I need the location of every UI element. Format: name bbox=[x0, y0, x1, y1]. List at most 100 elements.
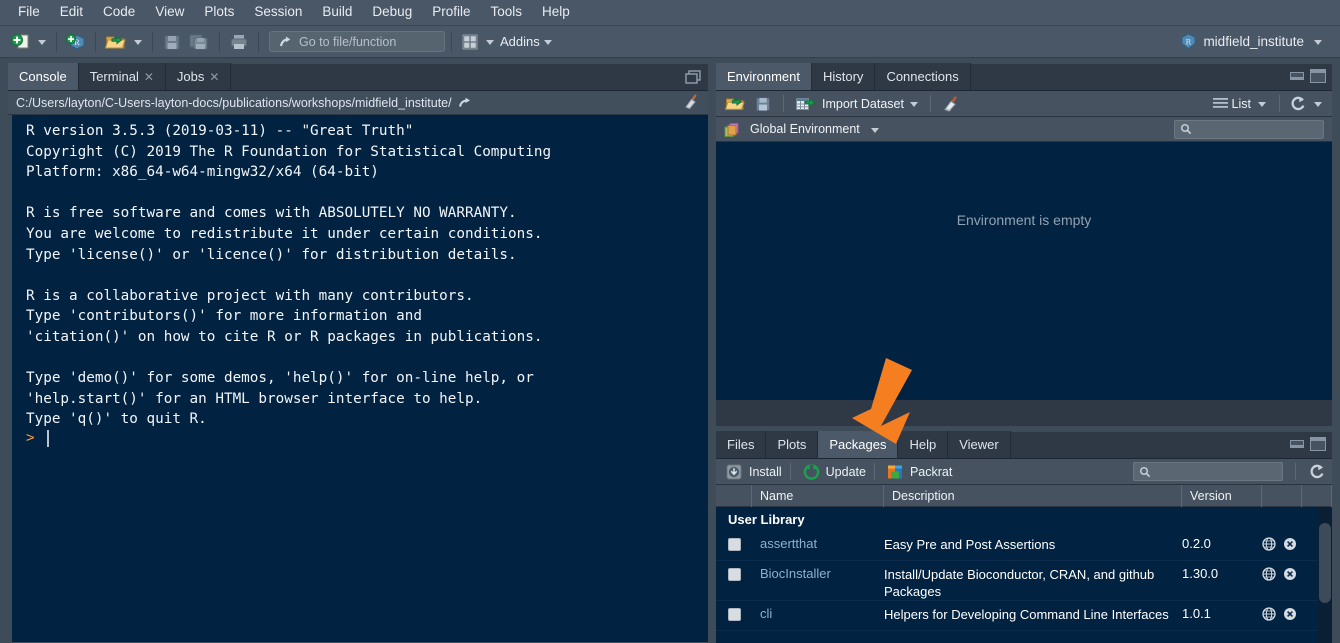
update-packages-label[interactable]: Update bbox=[826, 465, 866, 479]
refresh-icon[interactable] bbox=[1289, 95, 1307, 112]
list-view-icon[interactable] bbox=[1212, 96, 1229, 111]
tab-console-label: Console bbox=[19, 69, 67, 84]
tab-help[interactable]: Help bbox=[898, 431, 949, 458]
menu-item-edit[interactable]: Edit bbox=[50, 2, 93, 23]
open-in-explorer-icon[interactable] bbox=[458, 96, 472, 109]
menu-item-file[interactable]: File bbox=[8, 2, 50, 23]
pkg-toolbar-right bbox=[1133, 462, 1326, 481]
packrat-label[interactable]: Packrat bbox=[910, 465, 952, 479]
load-workspace-button[interactable] bbox=[722, 92, 749, 116]
refresh-caret[interactable] bbox=[1314, 102, 1322, 107]
console-output-area[interactable]: R version 3.5.3 (2019-03-11) -- "Great T… bbox=[8, 115, 708, 642]
menu-item-debug[interactable]: Debug bbox=[362, 2, 422, 23]
tab-files[interactable]: Files bbox=[716, 431, 767, 458]
update-packages-button[interactable] bbox=[799, 460, 824, 484]
new-project-button[interactable]: R bbox=[63, 30, 89, 54]
maximize-pane-icon[interactable] bbox=[1310, 69, 1326, 83]
packages-scrollbar-thumb[interactable] bbox=[1319, 523, 1331, 603]
goto-file-function-input[interactable]: Go to file/function bbox=[269, 31, 445, 52]
pane-layout-caret[interactable] bbox=[486, 40, 494, 45]
package-checkbox[interactable] bbox=[727, 538, 741, 551]
package-checkbox-cell[interactable] bbox=[716, 531, 752, 551]
column-header-version[interactable]: Version bbox=[1182, 484, 1262, 507]
menu-item-build[interactable]: Build bbox=[312, 2, 362, 23]
restore-pane-icon[interactable] bbox=[684, 69, 702, 85]
env-toolbar-divider-3 bbox=[1279, 95, 1280, 112]
table-row[interactable]: cli Helpers for Developing Command Line … bbox=[716, 601, 1332, 631]
console-prompt-line[interactable]: > bbox=[26, 429, 708, 447]
save-workspace-button[interactable] bbox=[751, 92, 775, 116]
open-file-button[interactable] bbox=[102, 30, 130, 54]
table-row[interactable]: assertthat Easy Pre and Post Assertions … bbox=[716, 531, 1332, 561]
packages-toolbar: Install Update Packrat bbox=[716, 459, 1332, 485]
packages-table[interactable]: User Library assertthat Easy Pre and Pos… bbox=[716, 507, 1332, 643]
global-environment-caret[interactable] bbox=[870, 127, 879, 133]
list-view-label[interactable]: List bbox=[1232, 97, 1251, 111]
close-icon[interactable]: ✕ bbox=[144, 71, 154, 83]
addins-caret[interactable] bbox=[543, 40, 552, 45]
new-file-dropdown-caret[interactable] bbox=[38, 40, 46, 45]
globe-icon[interactable] bbox=[1262, 607, 1276, 621]
save-all-button[interactable] bbox=[185, 30, 213, 54]
remove-package-icon[interactable] bbox=[1283, 607, 1297, 621]
minimize-pane-icon[interactable] bbox=[1290, 440, 1304, 448]
packages-search-input[interactable] bbox=[1133, 462, 1283, 481]
tab-environment[interactable]: Environment bbox=[716, 63, 812, 90]
package-checkbox[interactable] bbox=[727, 568, 741, 581]
package-checkbox-cell[interactable] bbox=[716, 601, 752, 621]
console-working-directory[interactable]: C:/Users/layton/C-Users-layton-docs/publ… bbox=[8, 91, 708, 115]
import-dataset-caret[interactable] bbox=[909, 102, 918, 107]
tab-plots[interactable]: Plots bbox=[766, 431, 819, 458]
globe-icon[interactable] bbox=[1262, 567, 1276, 581]
minimize-pane-icon[interactable] bbox=[1290, 72, 1304, 80]
open-file-dropdown-caret[interactable] bbox=[134, 40, 142, 45]
install-package-button[interactable] bbox=[722, 460, 747, 484]
tab-terminal[interactable]: Terminal ✕ bbox=[78, 63, 166, 90]
close-icon[interactable]: ✕ bbox=[209, 71, 219, 83]
menu-item-plots[interactable]: Plots bbox=[194, 2, 244, 23]
tab-jobs[interactable]: Jobs ✕ bbox=[165, 63, 232, 90]
menu-item-help[interactable]: Help bbox=[532, 2, 580, 23]
packrat-button[interactable] bbox=[883, 460, 908, 484]
menu-item-code[interactable]: Code bbox=[93, 2, 145, 23]
environment-tab-strip: Environment History Connections bbox=[716, 63, 1332, 91]
import-dataset-button[interactable] bbox=[792, 92, 820, 116]
table-row[interactable]: BiocInstaller Install/Update Bioconducto… bbox=[716, 561, 1332, 601]
environment-search-input[interactable] bbox=[1174, 119, 1324, 139]
package-checkbox[interactable] bbox=[727, 608, 741, 621]
print-button[interactable] bbox=[226, 30, 252, 54]
project-caret[interactable] bbox=[1314, 40, 1322, 45]
menu-item-tools[interactable]: Tools bbox=[480, 2, 532, 23]
clear-console-icon[interactable] bbox=[683, 93, 700, 110]
project-selector[interactable]: R midfield_institute bbox=[1180, 33, 1332, 50]
package-name-link[interactable]: assertthat bbox=[752, 531, 884, 551]
column-header-description[interactable]: Description bbox=[884, 484, 1182, 507]
tab-console[interactable]: Console bbox=[8, 63, 79, 90]
maximize-pane-icon[interactable] bbox=[1310, 437, 1326, 451]
save-button[interactable] bbox=[159, 30, 185, 54]
new-file-button[interactable] bbox=[8, 30, 34, 54]
tab-packages[interactable]: Packages bbox=[818, 431, 899, 458]
package-name-link[interactable]: cli bbox=[752, 601, 884, 621]
refresh-icon[interactable] bbox=[1308, 463, 1326, 480]
remove-package-icon[interactable] bbox=[1283, 567, 1297, 581]
tab-history[interactable]: History bbox=[811, 63, 876, 90]
tab-connections[interactable]: Connections bbox=[875, 63, 971, 90]
tab-viewer[interactable]: Viewer bbox=[948, 431, 1011, 458]
menu-item-session[interactable]: Session bbox=[244, 2, 312, 23]
import-dataset-label[interactable]: Import Dataset bbox=[822, 97, 904, 111]
package-checkbox-cell[interactable] bbox=[716, 561, 752, 581]
pane-layout-button[interactable] bbox=[458, 30, 482, 54]
menu-item-view[interactable]: View bbox=[145, 2, 194, 23]
globe-icon[interactable] bbox=[1262, 537, 1276, 551]
global-environment-label[interactable]: Global Environment bbox=[750, 122, 860, 136]
remove-package-icon[interactable] bbox=[1283, 537, 1297, 551]
packages-scrollbar[interactable] bbox=[1318, 507, 1332, 643]
addins-label[interactable]: Addins bbox=[500, 34, 540, 49]
column-header-name[interactable]: Name bbox=[752, 484, 884, 507]
list-view-caret[interactable] bbox=[1258, 102, 1266, 107]
package-name-link[interactable]: BiocInstaller bbox=[752, 561, 884, 581]
menu-item-profile[interactable]: Profile bbox=[422, 2, 480, 23]
install-package-label[interactable]: Install bbox=[749, 465, 782, 479]
clear-objects-button[interactable] bbox=[939, 92, 964, 116]
